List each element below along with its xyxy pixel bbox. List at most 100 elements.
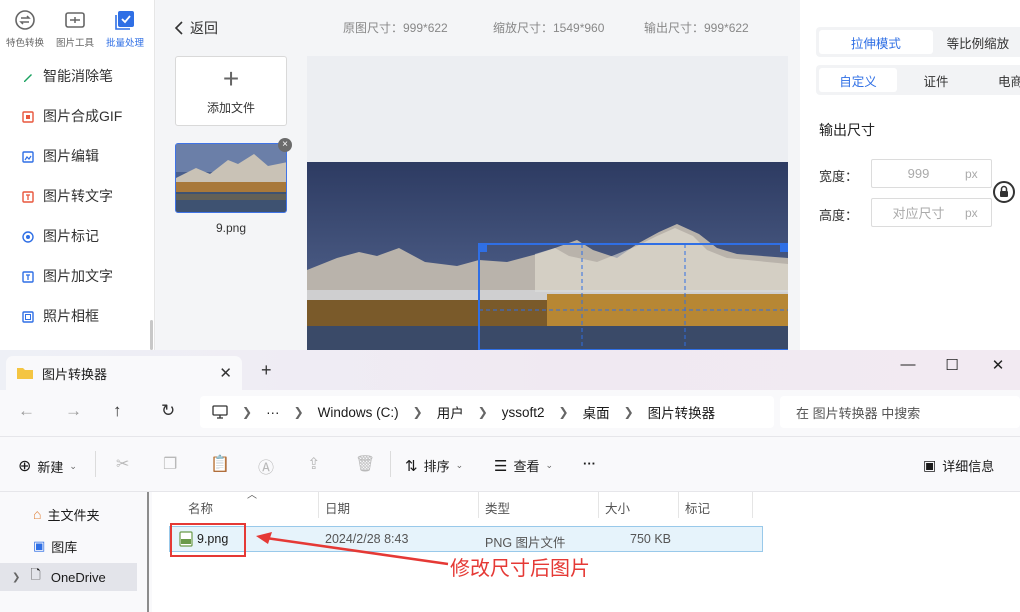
nav-onedrive[interactable]: ❯ 🗋 OneDrive [0,563,137,591]
toolbar-divider [390,451,391,477]
sidebar-item-eraser[interactable]: 智能消除笔 [0,56,152,96]
more-button[interactable]: ··· [583,456,596,471]
nav-special-convert-label: 特色转换 [5,38,44,49]
width-input[interactable]: 999 px [871,159,992,188]
sidebar-item-label: 图片合成GIF [43,108,123,124]
back-arrow-icon[interactable]: ← [18,401,35,421]
tool-list: 智能消除笔 图片合成GIF 图片编辑 图片转文字 图片标记 图片加文字 照片相框 [0,56,152,336]
minimize-button[interactable]: — [893,356,923,373]
tab-proportional-mode[interactable]: 等比例缩放 [933,30,1020,54]
new-label: 新建 [37,459,64,475]
view-icon: ☰ [494,457,508,475]
add-file-button[interactable]: + 添加文件 [175,56,287,126]
column-size[interactable]: 大小 [605,498,630,517]
search-input[interactable]: 在 图片转换器 中搜索 [780,396,1020,428]
delete-icon[interactable]: 🗑 [355,454,375,474]
chevron-right-icon: ❯ [412,405,423,419]
column-type[interactable]: 类型 [485,498,510,517]
breadcrumb-more[interactable]: ··· [266,405,280,420]
tab-ecommerce[interactable]: 电商 [975,68,1020,92]
cut-icon[interactable]: ✂ [116,454,129,474]
sidebar-scrollbar[interactable] [150,320,153,350]
gif-icon [22,110,34,123]
sidebar-item-edit[interactable]: 图片编辑 [0,136,152,176]
view-button[interactable]: ☰ 查看 ⌄ [494,456,553,475]
sidebar-item-ocr[interactable]: 图片转文字 [0,176,152,216]
sidebar-item-label: 图片转文字 [43,188,113,204]
close-icon[interactable]: ✕ [219,364,232,382]
breadcrumb-item[interactable]: 用户 [437,402,464,422]
copy-icon[interactable]: ❐ [163,454,177,474]
chevron-down-icon: ⌄ [69,460,77,471]
forward-arrow-icon[interactable]: → [65,401,82,421]
lock-icon [1000,185,1008,197]
scaled-size: 缩放尺寸：1549*960 [493,21,605,35]
tab-id-photo[interactable]: 证件 [897,68,975,92]
nav-special-convert[interactable]: 特色转换 [0,0,50,54]
sidebar-item-frame[interactable]: 照片相框 [0,296,152,336]
column-divider [678,492,679,518]
details-button[interactable]: ▣ 详细信息 [923,456,994,475]
mark-icon [22,230,34,243]
annotation-arrow [256,532,449,566]
remove-thumbnail-button[interactable]: × [278,138,292,152]
batch-icon [115,11,134,30]
sidebar-item-gif[interactable]: 图片合成GIF [0,96,152,136]
breadcrumb-item[interactable]: Windows (C:) [318,405,399,420]
aspect-lock-button[interactable] [993,181,1015,203]
tab-folder[interactable]: 图片转换器 ✕ [6,356,242,390]
breadcrumb-item[interactable]: yssoft2 [502,405,545,420]
monitor-icon [212,405,228,419]
new-button[interactable]: ⊕ 新建 ⌄ [18,456,77,476]
maximize-button[interactable]: ☐ [937,356,967,374]
column-divider [478,492,479,518]
image-thumbnail[interactable] [175,143,287,213]
details-pane-icon: ▣ [923,457,937,473]
close-window-button[interactable]: ✕ [983,356,1013,374]
nav-scrollbar[interactable] [147,492,149,612]
frame-icon [22,310,34,323]
plus-icon: + [222,62,240,94]
up-arrow-icon[interactable]: ↑ [113,401,122,421]
tab-custom[interactable]: 自定义 [819,68,897,92]
new-tab-button[interactable]: + [261,360,272,381]
sidebar-item-label: 图片标记 [43,228,99,244]
add-file-label: 添加文件 [206,100,255,115]
refresh-icon[interactable]: ↻ [161,401,175,421]
chevron-left-icon [174,21,183,35]
sidebar-item-label: 照片相框 [43,308,99,324]
column-date[interactable]: 日期 [325,498,350,517]
breadcrumb-item[interactable]: 桌面 [583,402,610,422]
share-icon[interactable]: ⇪ [307,454,320,474]
width-label: 宽度： [819,169,859,184]
sidebar-item-label: 智能消除笔 [43,68,113,84]
column-divider [598,492,599,518]
mode-toggle: 拉伸模式 等比例缩放 [816,27,1020,57]
chevron-down-icon: ⌄ [545,460,554,470]
breadcrumb[interactable]: ❯ ··· ❯ Windows (C:) ❯ 用户 ❯ yssoft2 ❯ 桌面… [200,396,774,428]
height-input[interactable]: 对应尺寸 px [871,198,992,227]
nav-onedrive-label: OneDrive [50,569,106,585]
back-button[interactable]: 返回 [174,18,218,38]
nav-gallery[interactable]: ▣ 图库 [0,532,137,560]
sidebar-item-add-text[interactable]: 图片加文字 [0,256,152,296]
nav-batch-process[interactable]: 批量处理 [100,0,150,54]
nav-image-tools-label: 图片工具 [55,38,94,49]
column-tag[interactable]: 标记 [685,498,710,517]
sort-button[interactable]: ⇅ 排序 ⌄ [405,456,463,475]
explorer-toolbar: ⊕ 新建 ⌄ ✂ ❐ 📋 Ⓐ ⇪ 🗑 ⇅ 排序 ⌄ ☰ 查看 ⌄ ··· ▣ 详… [0,436,1020,492]
sidebar-item-label: 图片加文字 [43,268,113,284]
width-unit: px [965,166,978,181]
output-size-title: 输出尺寸 [819,122,875,138]
paste-icon[interactable]: 📋 [210,454,230,474]
width-value: 999 [907,166,930,181]
nav-gallery-label: 图库 [51,539,78,555]
breadcrumb-item[interactable]: 图片转换器 [648,402,716,422]
rename-icon[interactable]: Ⓐ [258,454,274,478]
nav-image-tools[interactable]: 图片工具 [50,0,100,54]
sidebar-item-mark[interactable]: 图片标记 [0,216,152,256]
folder-icon [17,368,33,379]
nav-home[interactable]: ⌂ 主文件夹 [0,500,137,528]
column-name[interactable]: 名称 [188,498,213,517]
tab-stretch-mode[interactable]: 拉伸模式 [819,30,933,54]
